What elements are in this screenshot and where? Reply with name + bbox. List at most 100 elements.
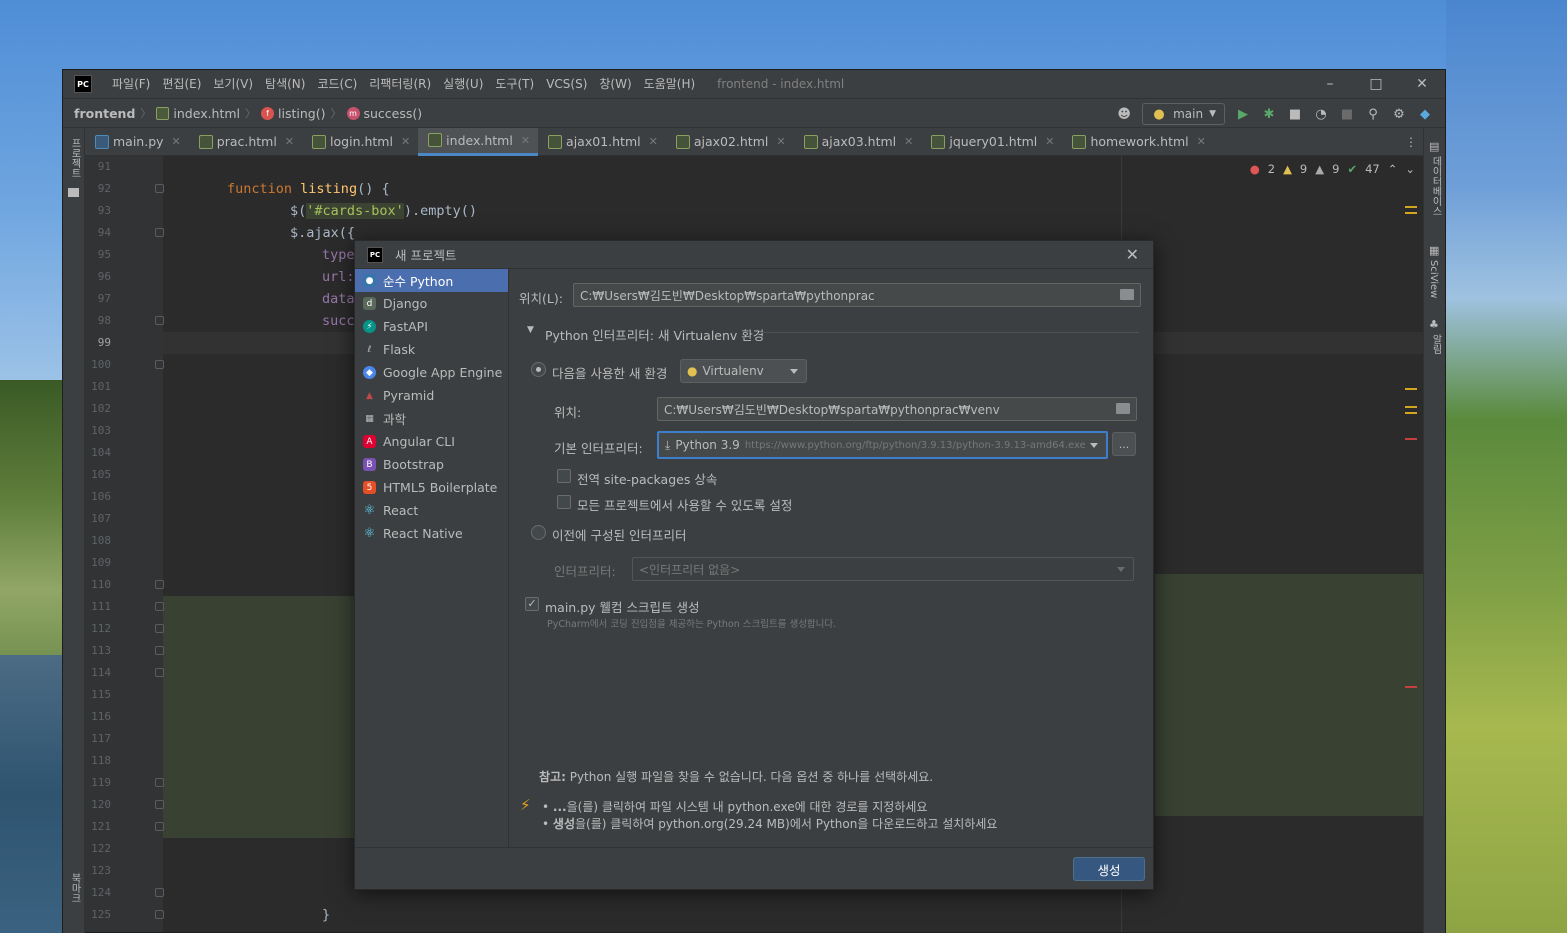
fold-marker-icon[interactable] xyxy=(155,316,164,325)
fold-marker-icon[interactable] xyxy=(155,184,164,193)
bookmarks-tool-button[interactable]: 북마크 xyxy=(67,873,82,903)
tab-ajax03-html[interactable]: ajax03.html ✕ xyxy=(794,128,922,156)
fold-marker-icon[interactable] xyxy=(155,888,164,897)
close-icon[interactable]: ✕ xyxy=(904,135,913,148)
tab-main-py[interactable]: main.py ✕ xyxy=(85,128,189,156)
more-tabs-icon[interactable]: ⋮ xyxy=(1405,128,1417,156)
inherit-site-packages-checkbox[interactable] xyxy=(557,469,571,483)
breadcrumb-function[interactable]: f listing() xyxy=(261,106,326,121)
project-type-html5-boilerplate[interactable]: 5 HTML5 Boilerplate xyxy=(355,476,508,499)
project-type-pyramid[interactable]: ▲ Pyramid xyxy=(355,384,508,407)
close-icon[interactable]: ✕ xyxy=(1126,245,1139,264)
notifications-tool-button[interactable]: 알림 xyxy=(1428,334,1443,354)
search-icon[interactable]: ⚲ xyxy=(1365,106,1381,122)
close-icon[interactable]: ✕ xyxy=(285,135,294,148)
fold-marker-icon[interactable] xyxy=(155,646,164,655)
fold-marker-icon[interactable] xyxy=(155,822,164,831)
fold-marker-icon[interactable] xyxy=(155,360,164,369)
project-type-react-native[interactable]: ⚛ React Native xyxy=(355,522,508,545)
warning-marker[interactable] xyxy=(1405,412,1417,414)
breadcrumb-project[interactable]: frontend xyxy=(74,106,135,121)
make-available-checkbox[interactable] xyxy=(557,495,571,509)
menu-tools[interactable]: 도구(T) xyxy=(489,70,540,98)
error-marker[interactable] xyxy=(1405,438,1417,440)
folder-icon[interactable] xyxy=(1116,403,1130,414)
maximize-button[interactable]: □ xyxy=(1353,70,1399,98)
fold-marker-icon[interactable] xyxy=(155,910,164,919)
warning-marker[interactable] xyxy=(1405,212,1417,214)
inspection-widget[interactable]: ● 2 ▲ 9 ▲ 9 ✔ 47 ⌃ ⌄ xyxy=(1250,162,1415,176)
close-icon[interactable]: ✕ xyxy=(1197,135,1206,148)
fold-marker-icon[interactable] xyxy=(155,602,164,611)
fold-marker-icon[interactable] xyxy=(155,580,164,589)
menu-code[interactable]: 코드(C) xyxy=(311,70,363,98)
menu-help[interactable]: 도움말(H) xyxy=(638,70,702,98)
fold-marker-icon[interactable] xyxy=(155,800,164,809)
tab-prac-html[interactable]: prac.html ✕ xyxy=(189,128,302,156)
menu-navigate[interactable]: 탐색(N) xyxy=(259,70,311,98)
collapse-triangle-icon[interactable]: ▼ xyxy=(527,325,534,335)
existing-interpreter-radio[interactable] xyxy=(531,525,546,540)
env-type-dropdown[interactable]: ● Virtualenv xyxy=(680,359,807,383)
project-type-pure-python[interactable]: ● 순수 Python xyxy=(355,269,508,292)
close-icon[interactable]: ✕ xyxy=(1045,135,1054,148)
tab-login-html[interactable]: login.html ✕ xyxy=(302,128,418,156)
run-config-selector[interactable]: ● main ▼ xyxy=(1142,103,1225,125)
jetbrains-toolbox-icon[interactable]: ◆ xyxy=(1417,106,1433,122)
gear-icon[interactable]: ⚙ xyxy=(1391,106,1407,122)
chevron-down-icon[interactable]: ⌄ xyxy=(1405,162,1415,176)
location-field[interactable]: C:₩Users₩김도빈₩Desktop₩sparta₩pythonprac xyxy=(573,283,1141,307)
stop-icon[interactable]: ■ xyxy=(1339,106,1355,122)
fold-marker-icon[interactable] xyxy=(155,668,164,677)
project-type-django[interactable]: d Django xyxy=(355,292,508,315)
project-type-bootstrap[interactable]: B Bootstrap xyxy=(355,453,508,476)
menu-file[interactable]: 파일(F) xyxy=(106,70,156,98)
user-add-icon[interactable]: ☻ xyxy=(1116,106,1132,122)
debug-icon[interactable]: ✱ xyxy=(1261,106,1277,122)
fold-marker-icon[interactable] xyxy=(155,778,164,787)
folder-icon[interactable] xyxy=(1120,289,1134,300)
close-icon[interactable]: ✕ xyxy=(521,134,530,147)
project-type-angular-cli[interactable]: A Angular CLI xyxy=(355,430,508,453)
close-icon[interactable]: ✕ xyxy=(401,135,410,148)
project-type-fastapi[interactable]: ⚡ FastAPI xyxy=(355,315,508,338)
tab-jquery01-html[interactable]: jquery01.html ✕ xyxy=(921,128,1062,156)
minimize-button[interactable]: – xyxy=(1307,70,1353,98)
create-button[interactable]: 생성 xyxy=(1073,857,1145,881)
tab-ajax02-html[interactable]: ajax02.html ✕ xyxy=(666,128,794,156)
close-icon[interactable]: ✕ xyxy=(172,135,181,148)
database-tool-button[interactable]: 데이터베이스 xyxy=(1428,156,1443,216)
welcome-script-checkbox[interactable]: ✓ xyxy=(525,597,539,611)
close-window-button[interactable]: ✕ xyxy=(1399,70,1445,98)
menu-run[interactable]: 실행(U) xyxy=(437,70,489,98)
fold-marker-icon[interactable] xyxy=(155,624,164,633)
tab-homework-html[interactable]: homework.html ✕ xyxy=(1062,128,1213,156)
tab-index-html[interactable]: index.html ✕ xyxy=(418,127,539,156)
menu-edit[interactable]: 편집(E) xyxy=(156,70,207,98)
project-type-react[interactable]: ⚛ React xyxy=(355,499,508,522)
tab-ajax01-html[interactable]: ajax01.html ✕ xyxy=(538,128,666,156)
chevron-up-icon[interactable]: ⌃ xyxy=(1388,162,1398,176)
breadcrumb-method[interactable]: m success() xyxy=(346,106,422,121)
new-env-radio[interactable] xyxy=(531,362,546,377)
fold-marker-icon[interactable] xyxy=(155,228,164,237)
project-type-google-app-engine[interactable]: ◆ Google App Engine xyxy=(355,361,508,384)
project-type-science[interactable]: ▦ 과학 xyxy=(355,407,508,430)
note-link-create[interactable]: 생성 xyxy=(553,817,575,831)
warning-marker[interactable] xyxy=(1405,206,1417,208)
env-location-field[interactable]: C:₩Users₩김도빈₩Desktop₩sparta₩pythonprac₩v… xyxy=(657,397,1137,421)
menu-window[interactable]: 창(W) xyxy=(593,70,637,98)
browse-interpreter-button[interactable]: ... xyxy=(1112,432,1136,456)
close-icon[interactable]: ✕ xyxy=(649,135,658,148)
menu-view[interactable]: 보기(V) xyxy=(207,70,259,98)
close-icon[interactable]: ✕ xyxy=(776,135,785,148)
project-type-flask[interactable]: ℓ Flask xyxy=(355,338,508,361)
profile-icon[interactable]: ◔ xyxy=(1313,106,1329,122)
run-icon[interactable]: ▶ xyxy=(1235,106,1251,122)
warning-marker[interactable] xyxy=(1405,406,1417,408)
breadcrumb-file[interactable]: index.html xyxy=(156,106,240,121)
coverage-icon[interactable]: ■ xyxy=(1287,106,1303,122)
menu-refactor[interactable]: 리팩터링(R) xyxy=(363,70,437,98)
error-marker[interactable] xyxy=(1405,686,1417,688)
warning-marker[interactable] xyxy=(1405,388,1417,390)
